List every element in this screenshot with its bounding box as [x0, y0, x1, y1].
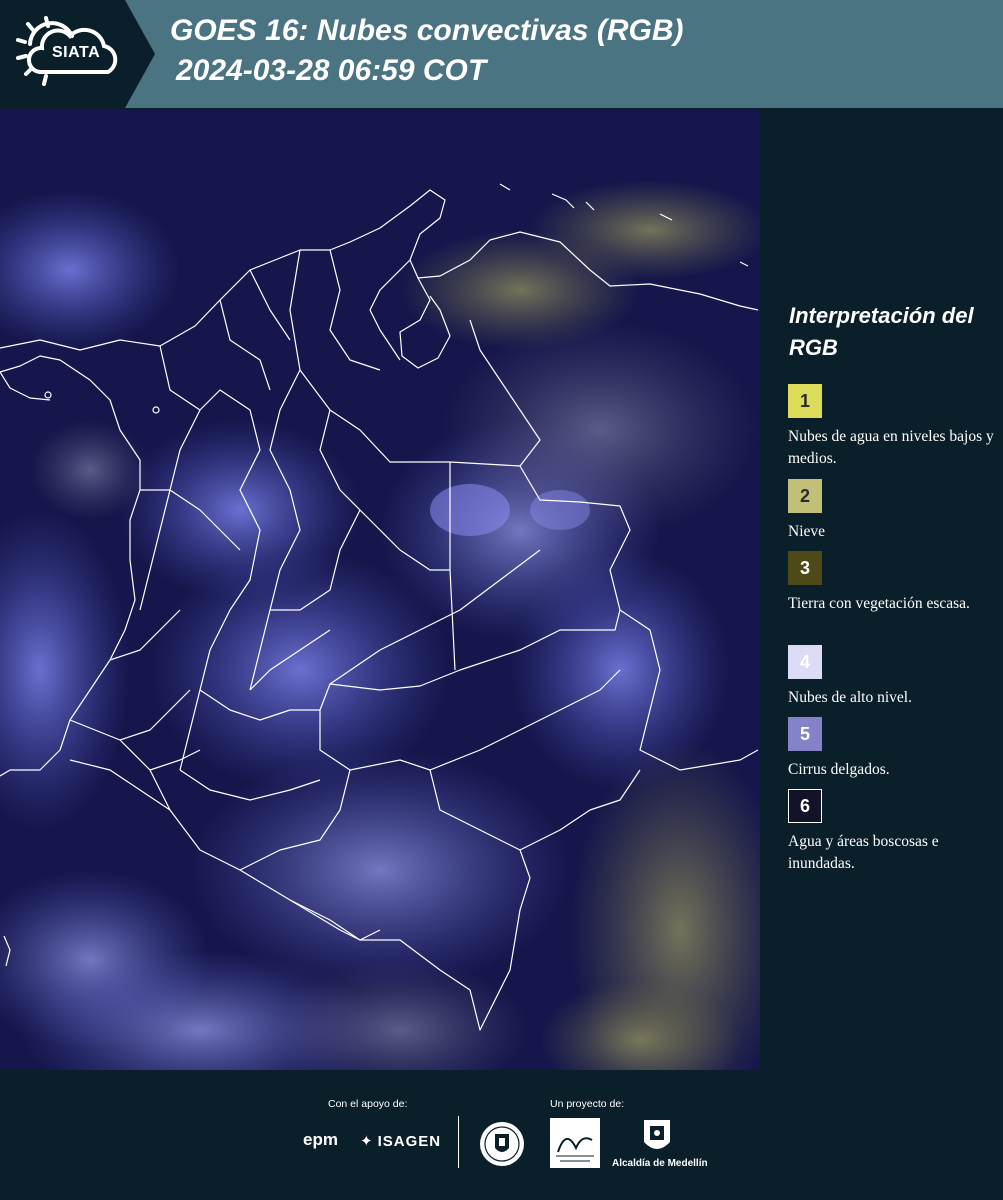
legend-label-5: Cirrus delgados. — [788, 761, 890, 778]
isagen-logo[interactable]: ✦ ISAGEN — [360, 1132, 441, 1150]
area-metropolitana-logo-icon[interactable] — [550, 1118, 600, 1168]
legend-swatch-1: 1 — [788, 384, 822, 418]
satellite-image — [0, 110, 760, 1070]
project-label: Un proyecto de: — [550, 1098, 625, 1110]
footer-bar: Con el apoyo de: Un proyecto de: epm ✦ IS… — [0, 1070, 1003, 1200]
legend-item-2: 2 Nieve — [788, 479, 1000, 543]
epm-logo[interactable]: epm — [303, 1130, 338, 1150]
medellin-seal-icon[interactable] — [478, 1120, 526, 1168]
epm-label: epm — [303, 1130, 338, 1149]
legend-label-3: Tierra con vegetación escasa. — [788, 595, 970, 612]
alcaldia-shield-icon[interactable] — [642, 1118, 672, 1156]
isagen-mark-icon: ✦ — [360, 1133, 374, 1150]
legend-title: Interpretación del RGB — [789, 303, 974, 360]
legend-item-1: 1 Nubes de agua en niveles bajos y medio… — [788, 384, 1000, 470]
legend-swatch-5: 5 — [788, 717, 822, 751]
legend-label-6: Agua y áreas boscosas e inundadas. — [788, 833, 939, 872]
logo-label: SIATA — [52, 44, 101, 61]
alcaldia-label: Alcaldía de Medellín — [612, 1158, 708, 1169]
legend-item-4: 4 Nubes de alto nivel. — [788, 645, 1000, 709]
siata-logo[interactable]: SIATA — [0, 0, 155, 108]
support-label: Con el apoyo de: — [328, 1098, 408, 1110]
legend-swatch-2: 2 — [788, 479, 822, 513]
legend-item-5: 5 Cirrus delgados. — [788, 717, 1000, 781]
legend-swatch-6: 6 — [788, 789, 822, 823]
legend-swatch-4: 4 — [788, 645, 822, 679]
page-title: GOES 16: Nubes convectivas (RGB) — [170, 14, 684, 47]
isagen-label: ISAGEN — [377, 1133, 442, 1150]
footer-divider — [458, 1116, 459, 1168]
legend-label-2: Nieve — [788, 523, 826, 540]
legend-label-1: Nubes de agua en niveles bajos y medios. — [788, 428, 994, 467]
legend-label-4: Nubes de alto nivel. — [788, 689, 912, 706]
legend-item-6: 6 Agua y áreas boscosas e inundadas. — [788, 789, 1000, 875]
legend-swatch-3: 3 — [788, 551, 822, 585]
legend-item-3: 3 Tierra con vegetación escasa. — [788, 551, 1000, 615]
header-bar: SIATA GOES 16: Nubes convectivas (RGB) 2… — [0, 0, 1003, 108]
timestamp: 2024-03-28 06:59 COT — [176, 54, 487, 87]
satellite-map[interactable] — [0, 110, 760, 1070]
